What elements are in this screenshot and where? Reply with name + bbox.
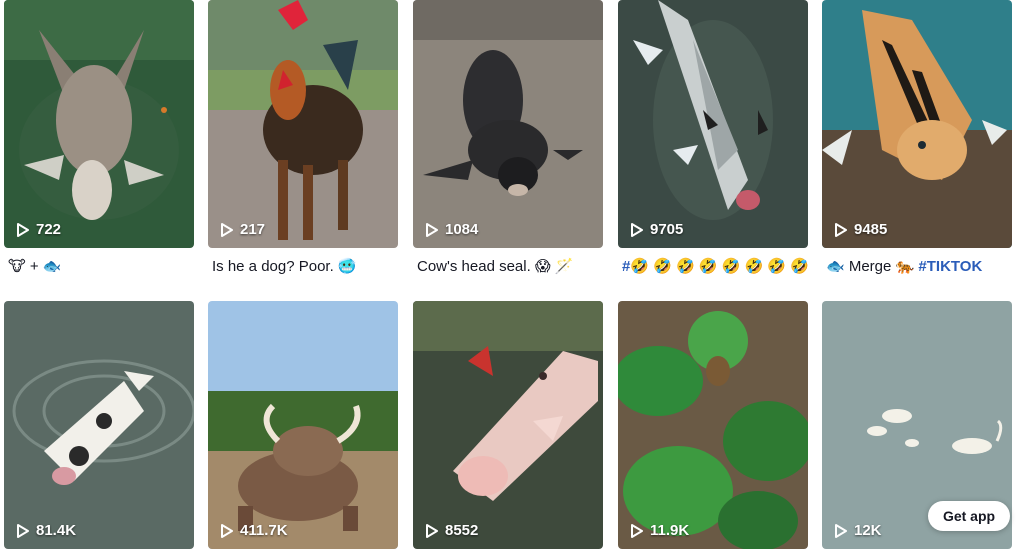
play-icon	[221, 222, 233, 237]
view-count-value: 9705	[650, 221, 684, 238]
view-count-value: 217	[240, 221, 266, 238]
cow-koi-image	[4, 301, 194, 549]
play-icon	[221, 523, 233, 538]
view-count: 9485	[834, 221, 887, 238]
play-icon	[426, 523, 438, 538]
cow-seal-image	[413, 0, 603, 248]
view-count-value: 1084	[445, 221, 479, 238]
bull-frog-image	[208, 301, 398, 549]
video-card[interactable]: 8552	[413, 301, 603, 549]
view-count: 722	[16, 221, 61, 238]
video-card[interactable]: 217 Is he a dog? Poor. 🥶	[208, 0, 398, 278]
get-app-button[interactable]: Get app	[928, 501, 1010, 531]
view-count-value: 11.9K	[650, 522, 690, 539]
video-thumbnail[interactable]: 9705	[618, 0, 808, 248]
play-icon	[631, 523, 643, 538]
view-count: 217	[220, 221, 265, 238]
video-caption[interactable]: 🐮 + 🐟	[4, 256, 194, 278]
rooster-dog-image	[208, 0, 398, 248]
video-thumbnail[interactable]: 217	[208, 0, 398, 248]
view-count-value: 411.7K	[240, 522, 288, 539]
view-count-value: 8552	[445, 522, 479, 539]
view-count: 12K	[834, 522, 882, 539]
plant-image	[618, 301, 808, 549]
tiger-fish-image	[822, 0, 1012, 248]
video-card[interactable]: 411.7K	[208, 301, 398, 549]
view-count-value: 81.4K	[36, 522, 77, 539]
video-thumbnail[interactable]: 1084	[413, 0, 603, 248]
video-caption[interactable]: #🤣 🤣 🤣 🤣 🤣 🤣 🤣 🤣	[618, 256, 808, 278]
pig-fish-image	[413, 301, 603, 549]
video-card[interactable]: 722 🐮 + 🐟	[4, 0, 194, 278]
play-icon	[17, 222, 29, 237]
video-thumbnail[interactable]: 8552	[413, 301, 603, 549]
fish-dog-image	[618, 0, 808, 248]
view-count: 411.7K	[220, 522, 288, 539]
view-count-value: 9485	[854, 221, 888, 238]
view-count: 11.9K	[630, 522, 689, 539]
donkey-fish-image	[4, 0, 194, 248]
view-count: 8552	[425, 522, 478, 539]
video-thumbnail[interactable]: 81.4K	[4, 301, 194, 549]
play-icon	[835, 222, 847, 237]
play-icon	[426, 222, 438, 237]
video-card[interactable]: 1084 Cow's head seal. 😱 🪄	[413, 0, 603, 278]
video-thumbnail[interactable]: 9485	[822, 0, 1012, 248]
video-grid: 722 🐮 + 🐟 217 Is he a dog? Poor. 🥶 1084 …	[0, 0, 1024, 549]
video-caption[interactable]: Is he a dog? Poor. 🥶	[208, 256, 398, 278]
video-thumbnail[interactable]: 722	[4, 0, 194, 248]
play-icon	[835, 523, 847, 538]
caption-text: 🐟 Merge 🐅	[826, 258, 915, 275]
view-count: 9705	[630, 221, 683, 238]
view-count: 1084	[425, 221, 478, 238]
caption-text: 🤣 🤣 🤣 🤣 🤣 🤣 🤣 🤣	[630, 258, 808, 275]
play-icon	[631, 222, 643, 237]
view-count-value: 722	[36, 221, 62, 238]
hashtag[interactable]: #TIKTOK	[918, 258, 982, 275]
video-card[interactable]: 11.9K	[618, 301, 808, 549]
video-card[interactable]: 9705 #🤣 🤣 🤣 🤣 🤣 🤣 🤣 🤣	[618, 0, 808, 278]
view-count-value: 12K	[854, 522, 882, 539]
play-icon	[17, 523, 29, 538]
video-thumbnail[interactable]: 11.9K	[618, 301, 808, 549]
video-thumbnail[interactable]: 411.7K	[208, 301, 398, 549]
video-caption[interactable]: 🐟 Merge 🐅 #TIKTOK	[822, 256, 1012, 278]
view-count: 81.4K	[16, 522, 76, 539]
video-card[interactable]: 81.4K	[4, 301, 194, 549]
video-caption[interactable]: Cow's head seal. 😱 🪄	[413, 256, 603, 278]
video-card[interactable]: 9485 🐟 Merge 🐅 #TIKTOK	[822, 0, 1012, 278]
